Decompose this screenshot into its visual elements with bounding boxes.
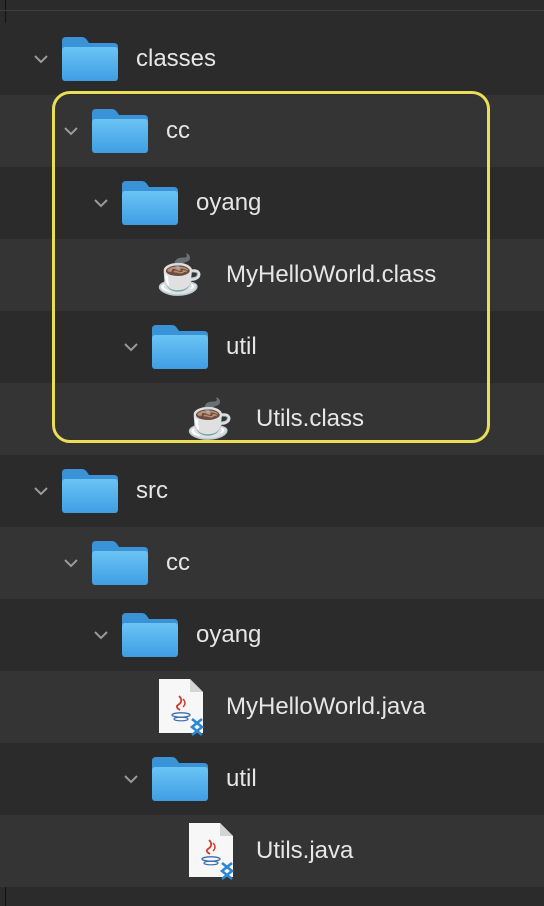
coffee-cup-icon: ☕ — [186, 399, 234, 441]
coffee-cup-icon: ☕ — [156, 255, 204, 297]
tree-item-label: util — [226, 765, 257, 792]
tree-item-label: oyang — [196, 189, 262, 216]
tree-item-label: cc — [166, 549, 190, 576]
tree-row-oyang[interactable]: oyang — [0, 599, 544, 671]
tree-item-label: util — [226, 333, 257, 360]
folder-icon — [60, 467, 120, 515]
chevron-down-icon[interactable] — [92, 194, 110, 212]
tree-row-util[interactable]: util — [0, 311, 544, 383]
tree-row-utils-java[interactable]: Utils.java — [0, 815, 544, 887]
tree-row-util[interactable]: util — [0, 743, 544, 815]
chevron-down-icon[interactable] — [122, 338, 140, 356]
tree-row-src[interactable]: src — [0, 455, 544, 527]
file-tree: classes cc oyang ☕ MyHelloWorld.class ut… — [0, 23, 544, 887]
tree-item-label: oyang — [196, 621, 262, 648]
tree-row-oyang[interactable]: oyang — [0, 167, 544, 239]
tree-row-cc[interactable]: cc — [0, 95, 544, 167]
folder-icon — [120, 611, 180, 659]
chevron-down-icon[interactable] — [32, 482, 50, 500]
tree-row-classes[interactable]: classes — [0, 23, 544, 95]
tree-item-label: classes — [136, 45, 217, 72]
chevron-down-icon[interactable] — [92, 626, 110, 644]
tree-row-myhelloworld-java[interactable]: MyHelloWorld.java — [0, 671, 544, 743]
tree-item-label: MyHelloWorld.class — [226, 261, 437, 288]
tree-item-label: Utils.java — [256, 837, 354, 864]
tree-row-utils-class[interactable]: ☕ Utils.class — [0, 383, 544, 455]
tree-row-myhelloworld-class[interactable]: ☕ MyHelloWorld.class — [0, 239, 544, 311]
top-divider — [0, 10, 544, 11]
folder-icon — [90, 539, 150, 587]
tree-item-label: MyHelloWorld.java — [226, 693, 426, 720]
folder-icon — [60, 35, 120, 83]
java-file-icon — [156, 677, 210, 742]
tree-item-label: Utils.class — [256, 405, 365, 432]
tree-item-label: src — [136, 477, 168, 504]
tree-item-label: cc — [166, 117, 190, 144]
folder-icon — [150, 755, 210, 803]
folder-icon — [90, 107, 150, 155]
chevron-down-icon[interactable] — [62, 554, 80, 572]
chevron-down-icon[interactable] — [32, 50, 50, 68]
java-file-icon — [186, 821, 240, 886]
folder-icon — [150, 323, 210, 371]
tree-row-cc[interactable]: cc — [0, 527, 544, 599]
folder-icon — [120, 179, 180, 227]
chevron-down-icon[interactable] — [62, 122, 80, 140]
chevron-down-icon[interactable] — [122, 770, 140, 788]
